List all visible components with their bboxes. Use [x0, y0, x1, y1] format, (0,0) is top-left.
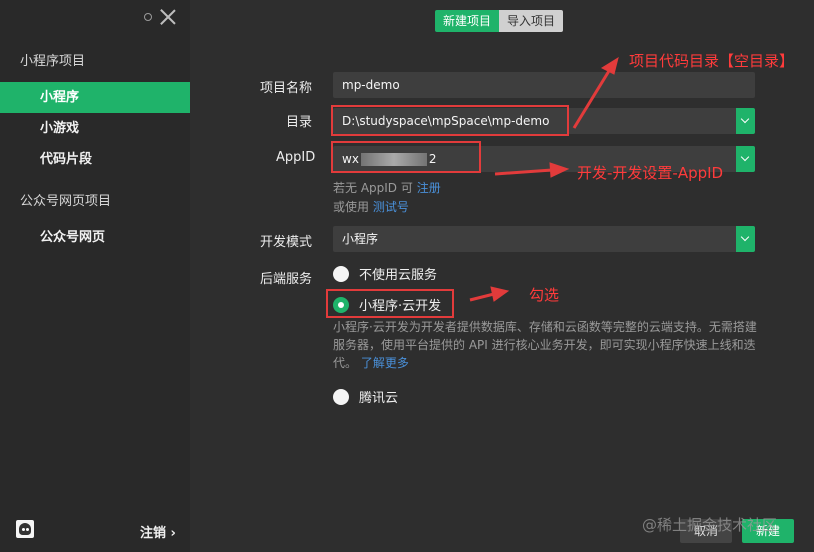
- watermark: @稀土掘金技术社区: [642, 516, 778, 534]
- annotation-arrows: [469, 56, 619, 302]
- check-annotation: 勾选: [529, 286, 560, 304]
- appid-annotation: 开发-开发设置-AppID: [577, 164, 724, 182]
- directory-annotation: 项目代码目录【空目录】: [629, 52, 795, 70]
- arrow-to-dir-note: [572, 65, 614, 129]
- arrow-head: [549, 162, 570, 178]
- arrow-to-appid-note: [494, 168, 553, 176]
- arrow-head: [490, 286, 510, 302]
- arrow-head: [600, 56, 619, 75]
- arrow-to-check-note: [469, 292, 495, 302]
